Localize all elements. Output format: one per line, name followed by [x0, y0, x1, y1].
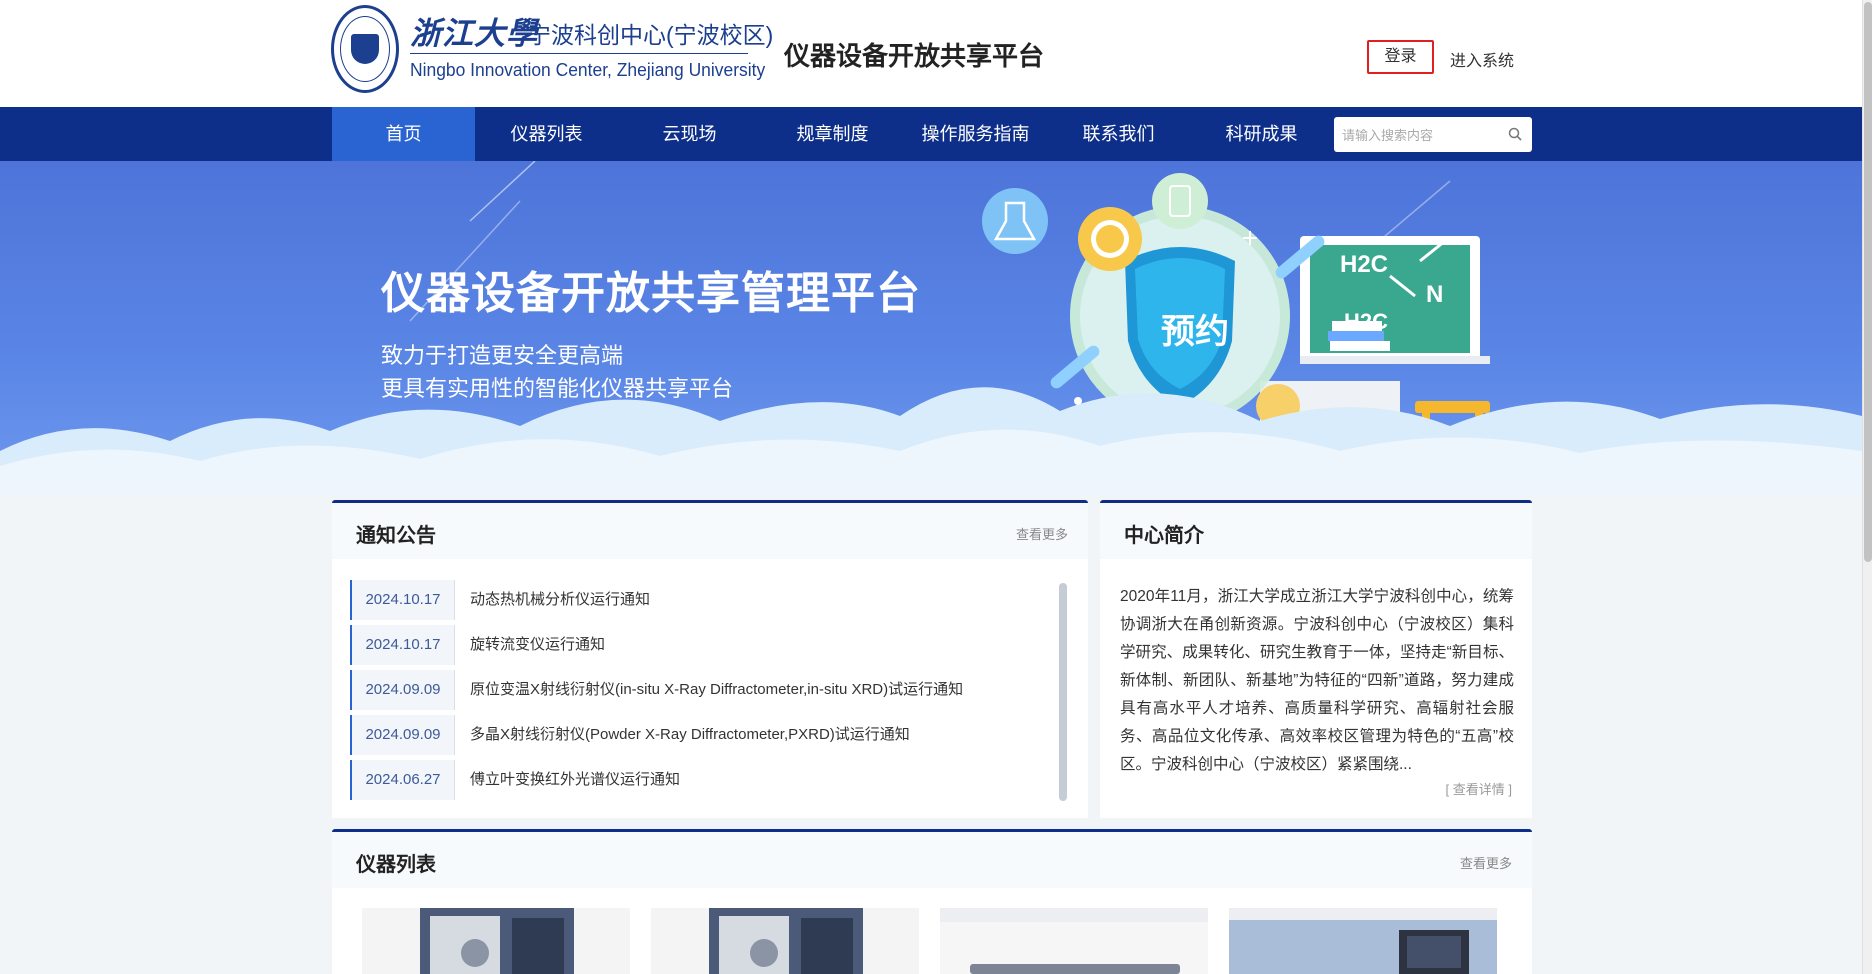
banner-subtitle-line2: 更具有实用性的智能化仪器共享平台 [381, 376, 734, 401]
nav-item-regulations[interactable]: 规章制度 [761, 107, 904, 161]
notice-panel: 通知公告 查看更多 2024.10.17 动态热机械分析仪运行通知 2024.1… [332, 500, 1088, 818]
page-scrollbar[interactable] [1862, 0, 1872, 974]
nav-item-contact[interactable]: 联系我们 [1047, 107, 1190, 161]
shield-reservation-text: 预约 [1161, 313, 1229, 351]
chalkboard-text-2: N [1426, 281, 1444, 308]
instrument-card[interactable] [362, 908, 630, 974]
main-nav: 首页 仪器列表 云现场 规章制度 操作服务指南 联系我们 科研成果 [0, 107, 1862, 161]
instrument-card[interactable] [651, 908, 919, 974]
notice-item[interactable]: 2024.09.09 多晶X射线衍射仪(Powder X-Ray Diffrac… [350, 715, 1050, 755]
nav-item-cloud-site[interactable]: 云现场 [618, 107, 761, 161]
nav-item-instruments[interactable]: 仪器列表 [475, 107, 618, 161]
search-icon[interactable] [1508, 127, 1522, 141]
nav-item-research[interactable]: 科研成果 [1190, 107, 1333, 161]
intro-panel: 中心简介 2020年11月，浙江大学成立浙江大学宁波科创中心，统筹协调浙大在甬创… [1100, 500, 1532, 818]
logo-english-name: Ningbo Innovation Center, Zhejiang Unive… [410, 60, 766, 80]
instrument-image [420, 908, 574, 974]
notice-title[interactable]: 傅立叶变换红外光谱仪运行通知 [470, 760, 680, 800]
notice-panel-header: 通知公告 查看更多 [332, 503, 1088, 559]
instrument-more-link[interactable]: 查看更多 [1460, 853, 1512, 872]
notice-date: 2024.09.09 [350, 715, 455, 755]
intro-panel-title: 中心简介 [1124, 525, 1204, 547]
site-header: 浙江大學 宁波科创中心(宁波校区) Ningbo Innovation Cent… [0, 0, 1872, 107]
banner-illustration [0, 161, 1862, 495]
notice-item[interactable]: 2024.10.17 动态热机械分析仪运行通知 [350, 580, 1050, 620]
notice-panel-title: 通知公告 [356, 525, 436, 547]
notice-date: 2024.10.17 [350, 625, 455, 665]
notice-item[interactable]: 2024.09.09 原位变温X射线衍射仪(in-situ X-Ray Diff… [350, 670, 1050, 710]
search-box [1334, 117, 1532, 152]
logo-university-name: 浙江大學 [410, 16, 538, 51]
zju-seal-logo[interactable] [331, 5, 399, 93]
intro-details-link[interactable]: [ 查看详情 ] [1446, 779, 1512, 798]
notice-list-scrollbar[interactable] [1059, 583, 1067, 801]
platform-title: 仪器设备开放共享平台 [784, 41, 1045, 71]
chalkboard-text-1: H2C [1340, 251, 1389, 278]
instrument-card[interactable] [1229, 908, 1497, 974]
chalkboard-text-3: H2C [1344, 309, 1389, 334]
nav-item-service-guide[interactable]: 操作服务指南 [904, 107, 1047, 161]
nav-item-home[interactable]: 首页 [332, 107, 475, 161]
notice-item[interactable]: 2024.06.27 傅立叶变换红外光谱仪运行通知 [350, 760, 1050, 800]
notice-item[interactable]: 2024.10.17 旋转流变仪运行通知 [350, 625, 1050, 665]
instrument-card[interactable] [940, 908, 1208, 974]
banner-subtitle-line1: 致力于打造更安全更高端 [381, 343, 624, 368]
instrument-panel-title: 仪器列表 [356, 854, 436, 876]
instrument-image [1229, 908, 1497, 974]
notice-title[interactable]: 动态热机械分析仪运行通知 [470, 580, 650, 620]
instrument-image [709, 908, 863, 974]
instrument-image [940, 908, 1208, 974]
notice-date: 2024.10.17 [350, 580, 455, 620]
notice-title[interactable]: 旋转流变仪运行通知 [470, 625, 605, 665]
intro-panel-header: 中心简介 [1100, 503, 1532, 559]
notice-title[interactable]: 原位变温X射线衍射仪(in-situ X-Ray Diffractometer,… [470, 670, 963, 710]
hero-banner: 仪器设备开放共享管理平台 致力于打造更安全更高端 更具有实用性的智能化仪器共享平… [0, 161, 1862, 495]
instrument-panel-header: 仪器列表 查看更多 [332, 832, 1532, 888]
enter-system-link[interactable]: 进入系统 [1450, 47, 1514, 71]
search-input[interactable] [1342, 124, 1502, 146]
intro-text: 2020年11月，浙江大学成立浙江大学宁波科创中心，统筹协调浙大在甬创新资源。宁… [1120, 588, 1514, 773]
logo-center-name: 宁波科创中心(宁波校区) [528, 22, 774, 48]
logo-divider [410, 53, 748, 54]
login-button[interactable]: 登录 [1367, 40, 1434, 74]
banner-title: 仪器设备开放共享管理平台 [381, 269, 921, 318]
notice-title[interactable]: 多晶X射线衍射仪(Powder X-Ray Diffractometer,PXR… [470, 715, 910, 755]
notice-date: 2024.09.09 [350, 670, 455, 710]
notice-more-link[interactable]: 查看更多 [1016, 524, 1068, 543]
notice-date: 2024.06.27 [350, 760, 455, 800]
